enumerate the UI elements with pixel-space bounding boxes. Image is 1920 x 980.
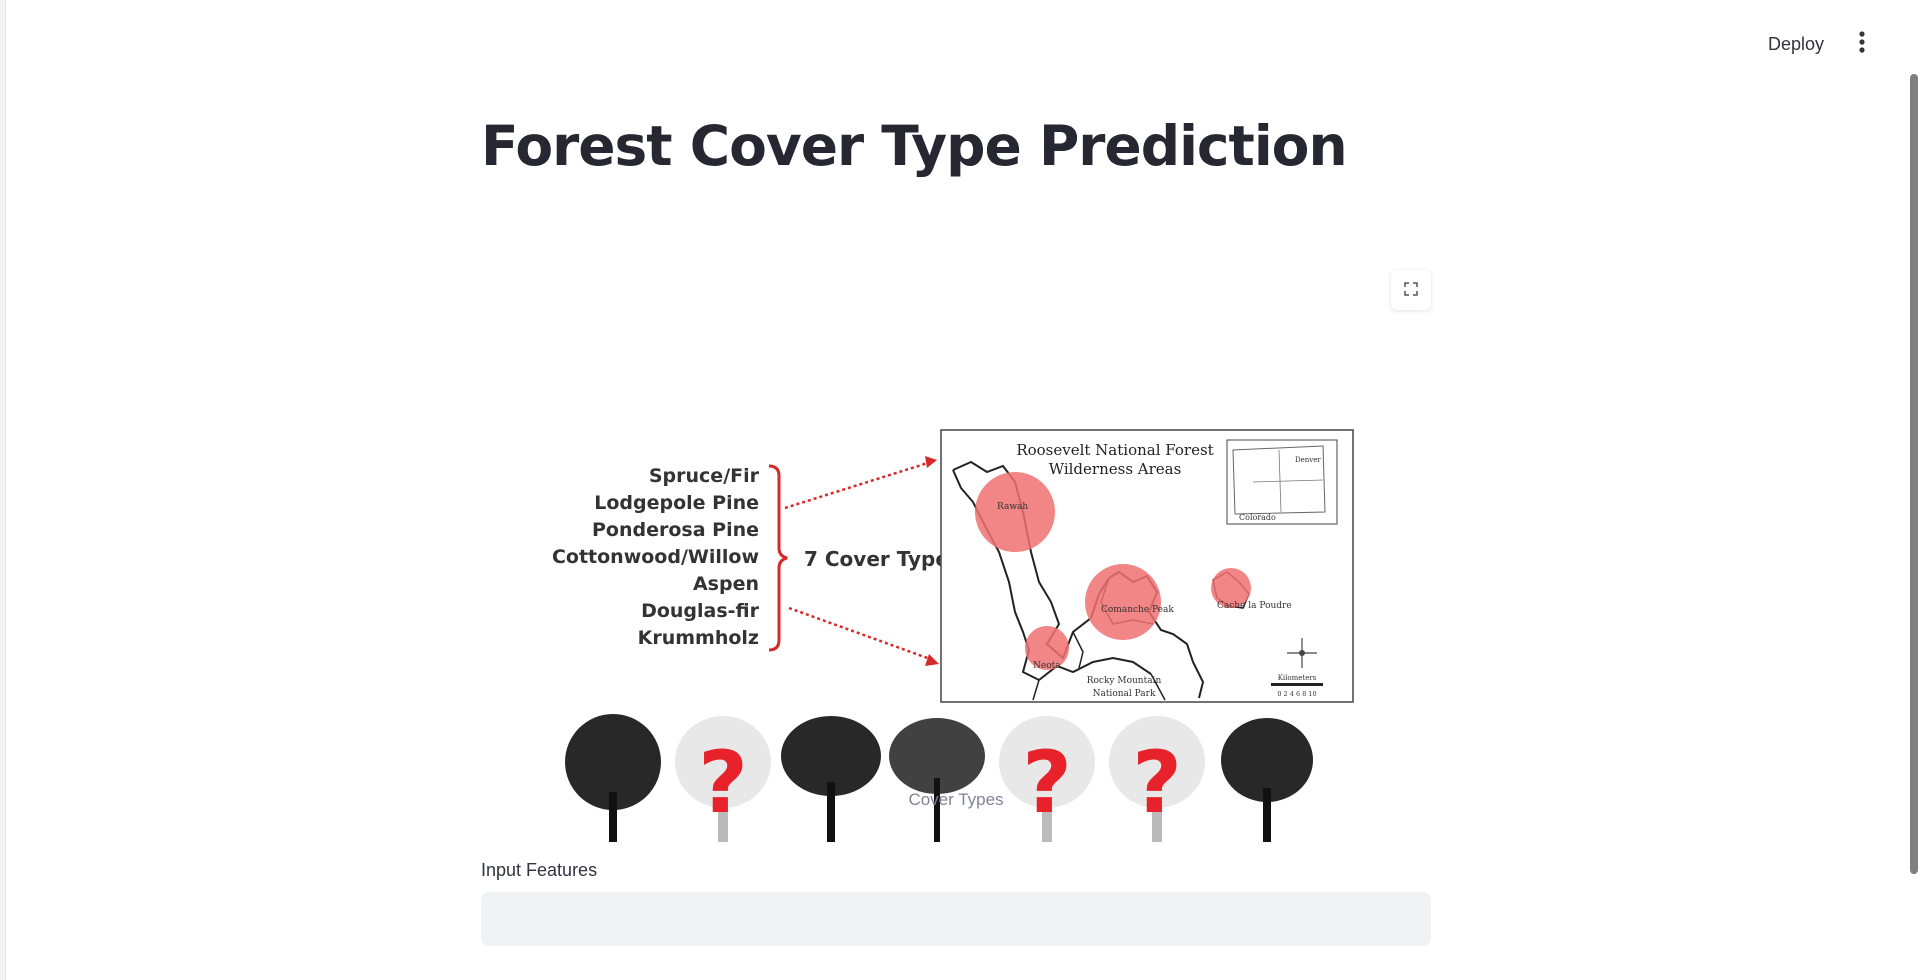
arrow-upper [784, 460, 932, 510]
cover-type-label: Aspen [693, 573, 759, 595]
question-mark: ? [675, 716, 771, 842]
question-mark: ? [999, 716, 1095, 842]
arrow-lower [788, 606, 934, 662]
app-header: Deploy [6, 0, 1906, 88]
park-label-line1: Rocky Mountain [1087, 676, 1162, 686]
svg-text:?: ? [1022, 733, 1072, 833]
input-features-field[interactable] [481, 892, 1431, 946]
tree-silhouette [781, 716, 881, 842]
cover-type-label: Spruce/Fir [649, 465, 760, 487]
cover-types-figure: Spruce/Fir Lodgepole Pine Ponderosa Pine… [553, 429, 1354, 842]
tree-silhouette [889, 718, 985, 842]
area-rawah [975, 472, 1055, 552]
red-bracket [768, 464, 788, 652]
tree-row: ? ? ? [565, 714, 1313, 842]
inset-label-colorado: Colorado [1239, 513, 1276, 522]
page-title: Forest Cover Type Prediction [481, 114, 1348, 178]
fullscreen-button[interactable] [1391, 270, 1431, 310]
tree-silhouette [565, 714, 661, 842]
tree-silhouette [1221, 718, 1313, 842]
svg-text:?: ? [1132, 733, 1182, 833]
vertical-dots-icon [1859, 31, 1865, 57]
svg-text:Cache la Poudre: Cache la Poudre [1217, 601, 1292, 611]
map-title-line1: Roosevelt National Forest [1016, 441, 1213, 459]
svg-text:Neota: Neota [1033, 661, 1061, 671]
main-content: Forest Cover Type Prediction Spruce/Fir … [481, 90, 1431, 946]
cover-type-label: Douglas-fir [641, 600, 760, 622]
scrollbar-thumb[interactable] [1910, 74, 1918, 874]
svg-text:?: ? [698, 733, 748, 833]
left-edge [0, 0, 6, 980]
input-features-label: Input Features [481, 860, 598, 880]
map-title-line2: Wilderness Areas [1049, 460, 1182, 478]
cover-type-label: Cottonwood/Willow [553, 546, 759, 568]
deploy-button[interactable]: Deploy [1758, 28, 1834, 60]
question-mark: ? [1109, 716, 1205, 842]
svg-text:Rawah: Rawah [997, 502, 1028, 512]
fullscreen-icon [1404, 281, 1418, 300]
cover-type-label: Lodgepole Pine [594, 492, 759, 514]
image-block: Spruce/Fir Lodgepole Pine Ponderosa Pine… [481, 202, 1431, 842]
park-label-line2: National Park [1093, 689, 1156, 699]
scale-ticks: 0 2 4 6 8 10 [1277, 690, 1316, 698]
scale-label: Kilometers [1278, 674, 1317, 682]
scrollbar[interactable] [1906, 0, 1920, 980]
svg-text:Comanche Peak: Comanche Peak [1101, 605, 1174, 615]
main-menu-button[interactable] [1846, 28, 1878, 60]
bracket-label: 7 Cover Types [804, 547, 961, 571]
cover-type-label: Ponderosa Pine [592, 519, 759, 541]
cover-type-label: Krummholz [638, 627, 759, 649]
area-comanche-peak [1085, 564, 1161, 640]
inset-label-denver: Denver [1295, 456, 1321, 464]
image-caption: Cover Types [908, 790, 1004, 809]
wilderness-map: Roosevelt National Forest Wilderness Are… [940, 429, 1354, 703]
